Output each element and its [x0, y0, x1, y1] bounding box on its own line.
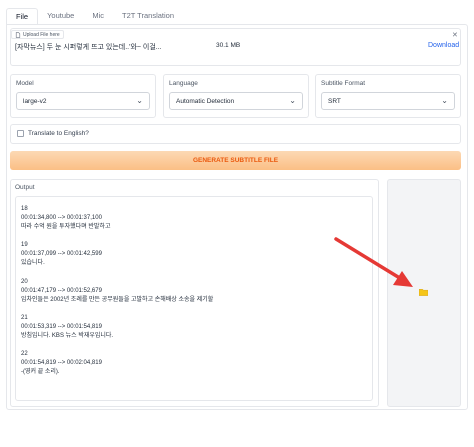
tab-bar: File Youtube Mic T2T Translation: [6, 8, 183, 25]
subtitle-index: 22: [21, 351, 28, 357]
file-size: 30.1 MB: [216, 42, 241, 49]
subtitle-text: 임차인들은 2002년 조례를 만든 공무원들을 고발하고 손해배상 소송을 제…: [21, 297, 214, 303]
tab-youtube[interactable]: Youtube: [38, 8, 83, 24]
subtitle-time: 00:01:34,800 --> 00:01:37,100: [21, 215, 102, 221]
subtitle-text: -(영커 끝 소리).: [21, 369, 60, 375]
file-icon: [15, 31, 21, 38]
subtitle-format-value: SRT: [328, 98, 341, 105]
chevron-down-icon: ⌄: [441, 96, 448, 105]
output-label: Output: [15, 184, 35, 191]
subtitle-time: 00:01:47,179 --> 00:01:52,679: [21, 288, 102, 294]
subtitle-index: 18: [21, 206, 28, 212]
folder-icon[interactable]: [419, 288, 428, 296]
subtitle-format-select[interactable]: SRT ⌄: [321, 92, 455, 110]
subtitle-text: 따라 수억 원을 투자했다며 반발하고: [21, 224, 111, 230]
subtitle-format-label: Subtitle Format: [321, 80, 366, 87]
tab-mic[interactable]: Mic: [83, 8, 113, 24]
generate-subtitle-button[interactable]: GENERATE SUBTITLE FILE: [10, 151, 461, 170]
subtitle-index: 19: [21, 242, 28, 248]
subtitle-index: 20: [21, 279, 28, 285]
language-label: Language: [169, 80, 198, 87]
upload-label: Upload File here: [11, 30, 64, 39]
language-select[interactable]: Automatic Detection ⌄: [169, 92, 303, 110]
close-icon[interactable]: ✕: [452, 31, 458, 39]
subtitle-text: 방침입니다. KBS 뉴스 박재우입니다.: [21, 333, 114, 339]
subtitle-time: 00:01:53,319 --> 00:01:54,819: [21, 324, 102, 330]
language-value: Automatic Detection: [176, 98, 235, 105]
model-value: large-v2: [23, 98, 47, 105]
subtitle-text: 있습니다.: [21, 260, 45, 266]
tab-file[interactable]: File: [6, 8, 39, 25]
download-link[interactable]: Download: [428, 42, 459, 49]
upload-label-text: Upload File here: [23, 31, 60, 38]
file-name: [자막뉴스] 두 눈 시퍼렇게 뜨고 있는데..'와~ 이걸...: [15, 44, 162, 51]
translate-checkbox[interactable]: [17, 130, 24, 137]
tab-t2t-translation[interactable]: T2T Translation: [113, 8, 183, 24]
translate-label[interactable]: Translate to English?: [28, 130, 89, 137]
subtitle-time: 00:01:37,099 --> 00:01:42,599: [21, 251, 102, 257]
subtitle-time: 00:01:54,819 --> 00:02:04,819: [21, 360, 102, 366]
chevron-down-icon: ⌄: [136, 96, 143, 105]
model-label: Model: [16, 80, 34, 87]
model-select[interactable]: large-v2 ⌄: [16, 92, 150, 110]
chevron-down-icon: ⌄: [289, 96, 296, 105]
subtitle-index: 21: [21, 315, 28, 321]
